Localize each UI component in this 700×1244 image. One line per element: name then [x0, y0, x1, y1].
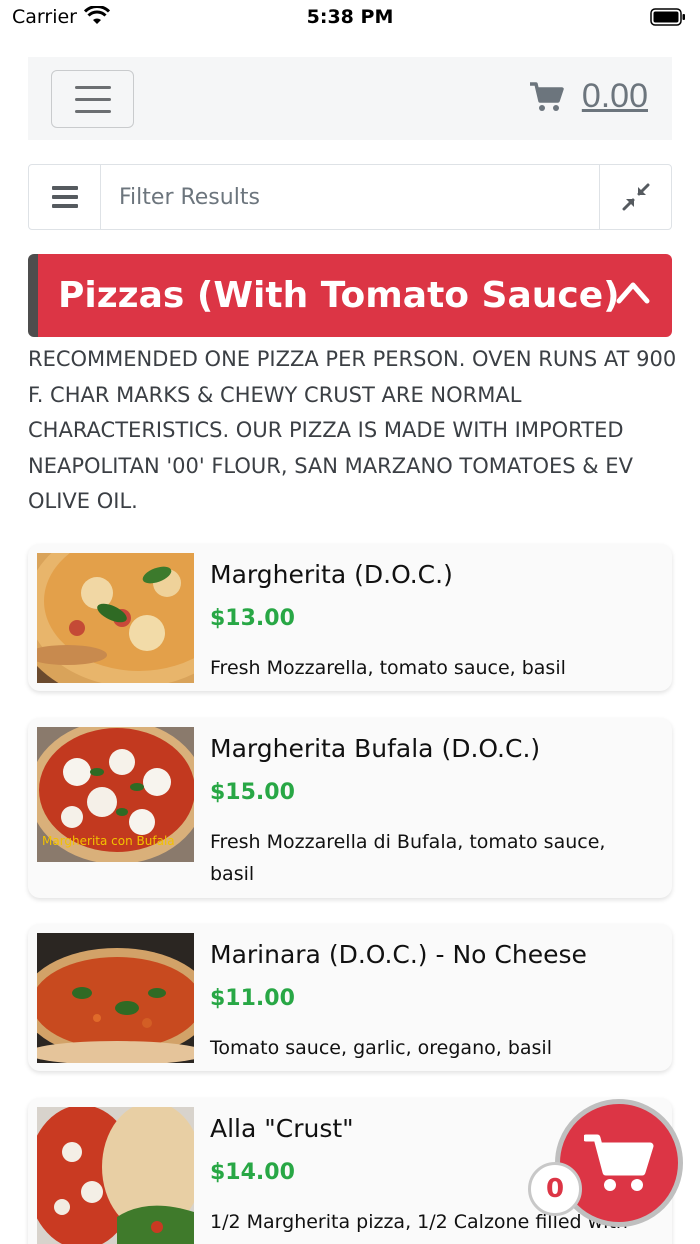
menu-toggle-button[interactable]	[51, 70, 134, 128]
cart-icon	[529, 81, 564, 111]
menu-item-card[interactable]: Marinara (D.O.C.) - No Cheese $11.00 Tom…	[28, 924, 672, 1071]
filter-input[interactable]	[101, 165, 599, 229]
status-bar: Carrier 5:38 PM	[0, 0, 700, 36]
item-image-caption: Margherita con Bufala	[42, 834, 175, 848]
item-name: Margherita Bufala (D.O.C.)	[210, 734, 541, 763]
item-image	[37, 553, 194, 683]
menu-item-card[interactable]: Margherita (D.O.C.) $13.00 Fresh Mozzare…	[28, 544, 672, 691]
filter-bar	[28, 164, 672, 230]
status-time: 5:38 PM	[306, 6, 394, 28]
item-name: Alla "Crust"	[210, 1114, 354, 1143]
list-icon	[51, 186, 78, 208]
top-navbar: 0.00	[28, 57, 672, 140]
item-description: Fresh Mozzarella di Bufala, tomato sauce…	[210, 831, 606, 885]
item-price: $11.00	[210, 986, 295, 1011]
hamburger-icon	[74, 85, 111, 89]
battery-icon	[650, 8, 685, 26]
item-price: $15.00	[210, 780, 295, 805]
item-name: Marinara (D.O.C.) - No Cheese	[210, 940, 587, 969]
item-price: $13.00	[210, 606, 295, 631]
category-header[interactable]: Pizzas (With Tomato Sauce)	[28, 254, 672, 337]
cart-total-link[interactable]: 0.00	[529, 77, 648, 116]
item-name: Margherita (D.O.C.)	[210, 560, 453, 589]
chevron-up-icon	[616, 282, 650, 304]
compress-icon	[622, 183, 649, 211]
item-image	[37, 1107, 194, 1244]
category-title: Pizzas (With Tomato Sauce)	[58, 275, 620, 316]
shopping-cart-icon	[584, 1134, 654, 1191]
cart-total: 0.00	[581, 77, 648, 115]
item-price: $14.00	[210, 1160, 295, 1185]
menu-item-card[interactable]: Margherita con Bufala Margherita Bufala …	[28, 718, 672, 898]
item-description: Fresh Mozzarella, tomato sauce, basil	[210, 657, 566, 679]
category-menu-button[interactable]	[29, 165, 101, 229]
collapse-all-button[interactable]	[599, 165, 671, 229]
item-description: Tomato sauce, garlic, oregano, basil	[210, 1037, 552, 1059]
item-image	[37, 933, 194, 1063]
cart-count-badge: 0	[528, 1162, 582, 1216]
category-description: RECOMMENDED ONE PIZZA PER PERSON. OVEN R…	[28, 347, 677, 513]
